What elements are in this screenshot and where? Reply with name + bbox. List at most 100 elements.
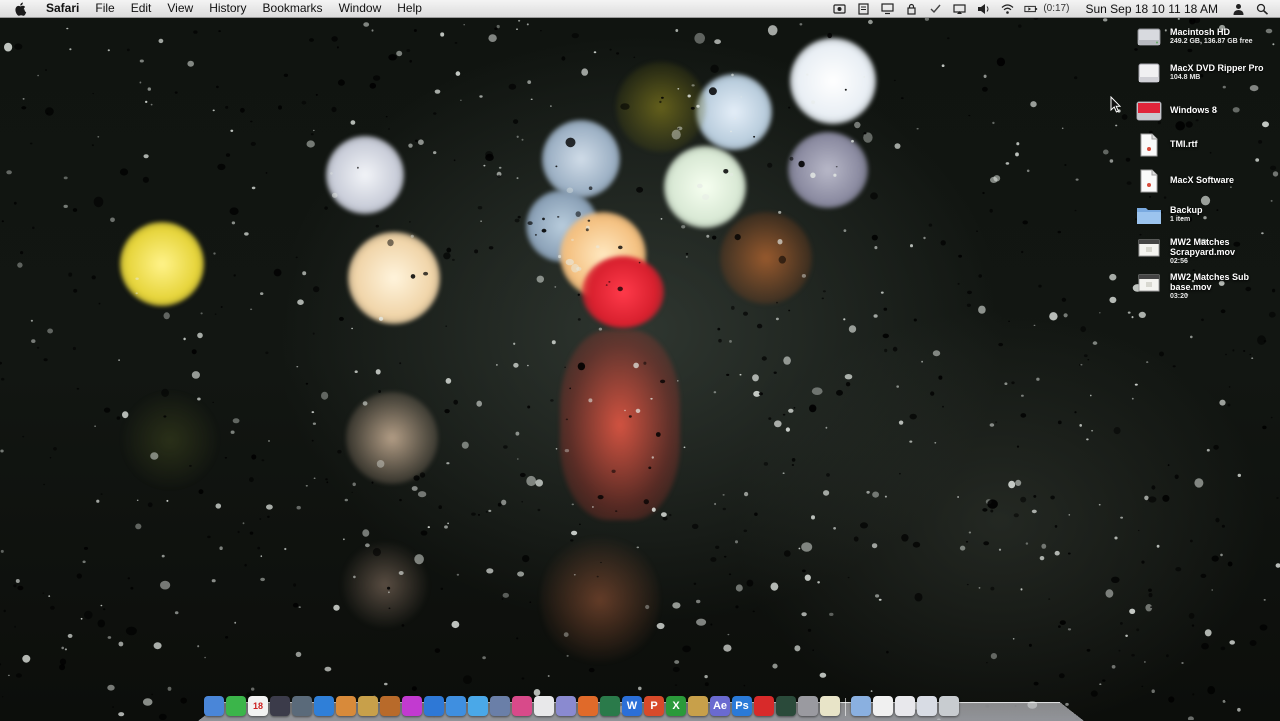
- calendar-icon[interactable]: 18: [248, 696, 268, 716]
- guitar-icon[interactable]: [380, 696, 400, 716]
- spotify-icon[interactable]: [226, 696, 246, 716]
- keynote-icon[interactable]: [600, 696, 620, 716]
- windows-drive-icon: [1136, 98, 1162, 124]
- menu-view[interactable]: View: [159, 0, 201, 17]
- caption-icon[interactable]: [856, 2, 870, 15]
- ppt-icon[interactable]: P: [644, 696, 664, 716]
- rain-drop: [42, 592, 45, 594]
- star-app-icon[interactable]: [358, 696, 378, 716]
- rain-drop: [958, 254, 962, 258]
- desktop-item-macx-software[interactable]: MacX Software: [1136, 168, 1276, 200]
- finder-icon[interactable]: [204, 696, 224, 716]
- rain-drop: [1083, 354, 1088, 358]
- rain-drop: [1125, 634, 1128, 637]
- apple-menu-icon[interactable]: [14, 0, 30, 17]
- rain-drop: [691, 523, 699, 530]
- rain-drop: [793, 407, 796, 409]
- rain-drop: [261, 459, 265, 462]
- menu-history[interactable]: History: [201, 0, 254, 17]
- itunes-icon[interactable]: [270, 696, 290, 716]
- pen-icon[interactable]: [556, 696, 576, 716]
- spotlight-icon[interactable]: [1255, 3, 1269, 15]
- cast-icon[interactable]: [952, 3, 966, 15]
- rain-drop: [418, 139, 424, 145]
- globe-icon[interactable]: [446, 696, 466, 716]
- menu-file[interactable]: File: [87, 0, 122, 17]
- checkmark-icon[interactable]: [928, 3, 942, 15]
- volume-icon[interactable]: [976, 3, 990, 15]
- folder-stack-icon[interactable]: [851, 696, 871, 716]
- battery-icon[interactable]: [1024, 3, 1038, 15]
- rain-drop: [785, 427, 791, 432]
- purple-app-icon[interactable]: [402, 696, 422, 716]
- lock-icon[interactable]: [904, 3, 918, 15]
- colorsync-icon[interactable]: [512, 696, 532, 716]
- rain-drop: [1004, 382, 1008, 386]
- powerpoint-icon[interactable]: [578, 696, 598, 716]
- rain-drop: [1220, 309, 1226, 314]
- desktop-item-mw2-sub-base[interactable]: MW2 Matches Sub base.mov 03:20: [1136, 269, 1276, 307]
- rain-drop: [821, 297, 824, 300]
- rain-drop: [1061, 127, 1064, 130]
- menu-app-name[interactable]: Safari: [42, 0, 87, 17]
- rain-drop: [372, 75, 381, 81]
- rain-drop: [581, 68, 589, 76]
- document-stack-icon[interactable]: [873, 696, 893, 716]
- menu-help[interactable]: Help: [389, 0, 430, 17]
- rain-drop: [313, 477, 316, 479]
- rain-drop: [874, 246, 878, 250]
- desktop-item-tmi-rtf[interactable]: TMI.rtf: [1136, 132, 1276, 164]
- display-icon[interactable]: [880, 2, 894, 15]
- trash-icon[interactable]: [939, 696, 959, 716]
- rain-drop: [913, 318, 917, 322]
- desktop-item-macx-dvd-ripper[interactable]: MacX DVD Ripper Pro 104.8 MB: [1136, 60, 1276, 92]
- menu-bookmarks[interactable]: Bookmarks: [255, 0, 331, 17]
- camera-icon[interactable]: [292, 696, 312, 716]
- desktop-item-mw2-scrapyard[interactable]: MW2 Matches Scrapyard.mov 02:56: [1136, 234, 1276, 272]
- rain-drop: [516, 458, 519, 460]
- photoshop-icon[interactable]: Ps: [732, 696, 752, 716]
- rain-drop: [14, 43, 23, 50]
- rain-drop: [350, 120, 356, 125]
- menu-window[interactable]: Window: [331, 0, 390, 17]
- wifi-icon[interactable]: [1000, 3, 1014, 15]
- rain-drop: [728, 573, 732, 576]
- word-icon[interactable]: W: [622, 696, 642, 716]
- utility-icon[interactable]: [798, 696, 818, 716]
- rain-drop: [651, 507, 656, 512]
- cube-icon[interactable]: [688, 696, 708, 716]
- rain-drop: [91, 275, 96, 280]
- app-store-icon[interactable]: [424, 696, 444, 716]
- rain-drop: [847, 576, 850, 579]
- rain-drop: [305, 382, 309, 385]
- rain-drop: [463, 675, 472, 684]
- rain-drop: [579, 523, 581, 526]
- red-app-icon[interactable]: [754, 696, 774, 716]
- excel-icon[interactable]: X: [666, 696, 686, 716]
- twitter-icon[interactable]: [468, 696, 488, 716]
- rain-drop: [440, 32, 445, 37]
- photos-icon[interactable]: [336, 696, 356, 716]
- menubar-clock[interactable]: Sun Sep 18 10 11 18 AM: [1085, 2, 1218, 16]
- pages-icon[interactable]: [534, 696, 554, 716]
- user-icon[interactable]: [1231, 3, 1245, 15]
- desktop-item-macintosh-hd[interactable]: Macintosh HD 249.2 GB, 136.87 GB free: [1136, 24, 1276, 56]
- preview-icon[interactable]: [490, 696, 510, 716]
- mail-stack-icon[interactable]: [917, 696, 937, 716]
- safari-icon[interactable]: [314, 696, 334, 716]
- rain-drop: [778, 255, 786, 264]
- desktop-item-backup[interactable]: Backup 1 item: [1136, 202, 1276, 234]
- rain-drop: [362, 401, 368, 406]
- menu-edit[interactable]: Edit: [123, 0, 160, 17]
- rain-drop: [729, 172, 734, 177]
- screen-record-icon[interactable]: [832, 3, 846, 15]
- downloads-stack-icon[interactable]: [895, 696, 915, 716]
- desktop-item-windows-8[interactable]: Windows 8: [1136, 98, 1276, 130]
- rain-drop: [96, 499, 100, 503]
- rain-drop: [928, 223, 933, 227]
- activity-monitor-icon[interactable]: [776, 696, 796, 716]
- after-effects-icon[interactable]: Ae: [710, 696, 730, 716]
- notes-icon[interactable]: [820, 696, 840, 716]
- rain-drop: [662, 516, 668, 521]
- rain-drop: [550, 105, 552, 107]
